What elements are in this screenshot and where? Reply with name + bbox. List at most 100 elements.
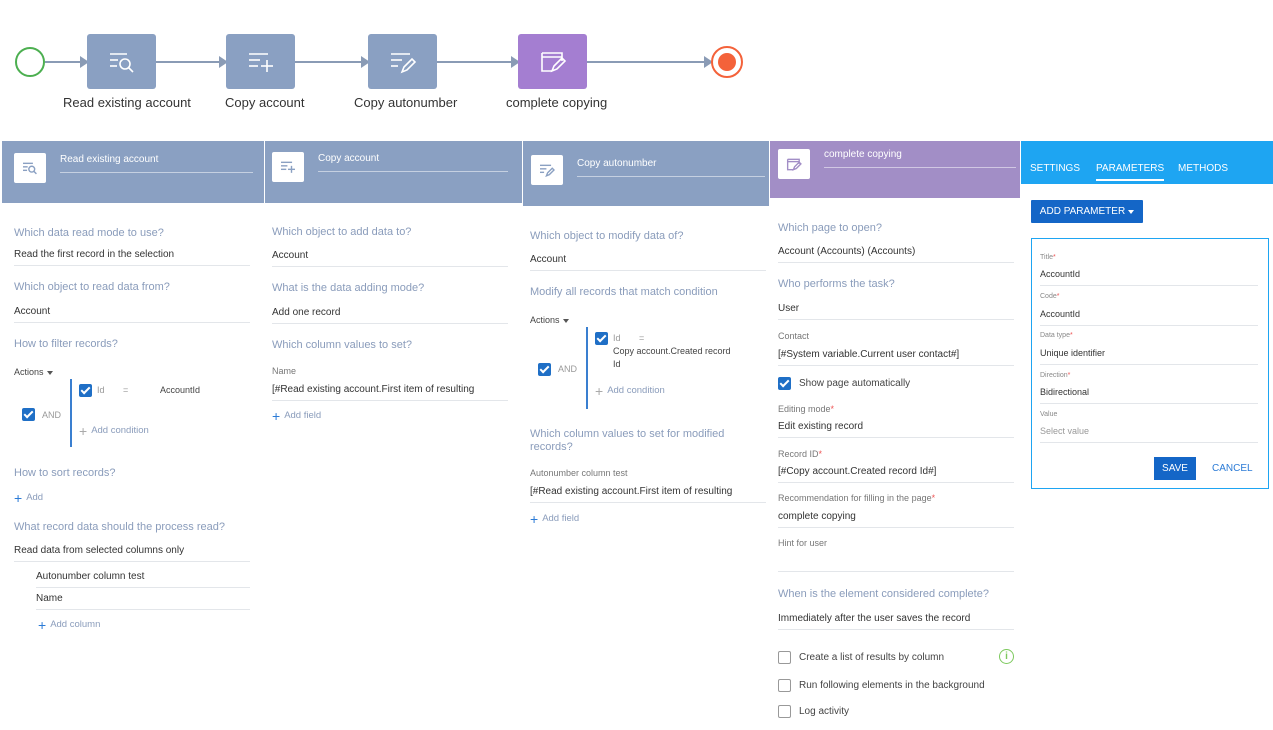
info-icon[interactable]: i (999, 649, 1014, 664)
filter-value-cont[interactable]: Id (613, 359, 621, 369)
process-diagram: Read existing account Copy account Copy … (0, 0, 1273, 135)
tab-parameters[interactable]: PARAMETERS (1096, 163, 1165, 181)
title-field[interactable]: AccountId (1040, 269, 1258, 286)
add-object-field[interactable]: Account (272, 250, 508, 267)
flow-connector (156, 61, 219, 63)
start-event[interactable] (15, 47, 45, 77)
editing-mode-field[interactable]: Edit existing record (778, 421, 1014, 438)
question-read-object: Which object to read data from? (14, 281, 170, 293)
tab-settings[interactable]: SETTINGS (1030, 163, 1080, 179)
cancel-button[interactable]: CANCEL (1212, 463, 1253, 474)
question-page: Which page to open? (778, 222, 882, 234)
code-field[interactable]: AccountId (1040, 309, 1258, 326)
performer-field[interactable]: User (778, 303, 1014, 320)
tab-methods[interactable]: METHODS (1178, 163, 1228, 179)
filter-value[interactable]: AccountId (160, 385, 200, 395)
task-read-existing-account[interactable] (87, 34, 156, 89)
add-mode-field[interactable]: Add one record (272, 307, 508, 324)
modify-data-icon (390, 52, 416, 73)
end-event-dot (718, 53, 736, 71)
save-button[interactable]: SAVE (1154, 457, 1196, 480)
filter-operator[interactable]: = (123, 385, 128, 395)
record-id-text: Record ID (778, 449, 819, 459)
flow-connector (437, 61, 511, 63)
add-condition-link[interactable]: + Add condition (595, 382, 665, 399)
caret-down-icon (562, 318, 569, 323)
hint-field[interactable] (778, 556, 1014, 572)
panel-title[interactable]: Read existing account (60, 154, 253, 173)
task-copy-account[interactable] (226, 34, 295, 89)
tab-bar: SETTINGS PARAMETERS METHODS (1021, 141, 1273, 184)
complete-condition-field[interactable]: Immediately after the user saves the rec… (778, 613, 1014, 630)
result-list-label: Create a list of results by column (799, 652, 945, 663)
filter-group-checkbox[interactable] (22, 408, 35, 421)
add-condition-link[interactable]: + Add condition (79, 422, 149, 439)
filter-field[interactable]: Id (97, 385, 105, 395)
filter-condition-checkbox[interactable] (79, 384, 92, 397)
recommendation-field[interactable]: complete copying (778, 511, 1014, 528)
title-label: Title* (1040, 254, 1056, 261)
editing-mode-label: Editing mode* (778, 404, 834, 414)
add-field-link[interactable]: + Add field (530, 512, 580, 526)
filter-condition-checkbox[interactable] (595, 332, 608, 345)
value-field[interactable]: Select value (1040, 426, 1258, 443)
autonumber-field[interactable]: [#Read existing account.First item of re… (530, 486, 766, 503)
filter-operator[interactable]: = (639, 333, 644, 343)
end-event[interactable] (711, 46, 743, 78)
panel-header: Copy account (265, 141, 522, 203)
log-activity-checkbox[interactable] (778, 705, 791, 718)
column-item[interactable]: Name (36, 593, 250, 610)
contact-field[interactable]: [#System variable.Current user contact#] (778, 349, 1014, 366)
actions-menu[interactable]: Actions (530, 315, 569, 325)
filter-group-line (70, 379, 72, 447)
direction-field[interactable]: Bidirectional (1040, 387, 1258, 404)
plus-icon: + (79, 422, 88, 439)
task-complete-copying[interactable] (518, 34, 587, 89)
page-field[interactable]: Account (Accounts) (Accounts) (778, 246, 1014, 263)
read-data-mode-field[interactable]: Read data from selected columns only (14, 545, 250, 562)
data-type-label-text: Data type (1040, 332, 1070, 339)
add-field-link[interactable]: + Add field (272, 409, 321, 423)
data-type-label: Data type* (1040, 332, 1073, 339)
add-parameter-label: ADD PARAMETER (1039, 206, 1126, 217)
result-list-checkbox[interactable] (778, 651, 791, 664)
filter-group-checkbox[interactable] (538, 363, 551, 376)
read-mode-field[interactable]: Read the first record in the selection (14, 249, 250, 266)
plus-icon: + (38, 616, 47, 633)
add-data-icon (272, 152, 304, 182)
filter-value[interactable]: Copy account.Created record (613, 346, 731, 356)
show-page-checkbox[interactable] (778, 377, 791, 390)
add-field-label: Add field (542, 513, 580, 524)
data-type-field[interactable]: Unique identifier (1040, 348, 1258, 365)
add-parameter-button[interactable]: ADD PARAMETER (1031, 200, 1143, 223)
open-page-icon (778, 149, 810, 179)
record-id-label: Record ID* (778, 449, 822, 459)
task-copy-autonumber[interactable] (368, 34, 437, 89)
panel-header: complete copying (770, 141, 1020, 198)
panel-title[interactable]: complete copying (824, 149, 1016, 168)
required-marker: * (1069, 332, 1073, 339)
modify-object-field[interactable]: Account (530, 254, 766, 271)
column-item[interactable]: Autonumber column test (36, 571, 250, 588)
add-sort-link[interactable]: + Add (14, 491, 43, 505)
value-label: Value (1040, 411, 1058, 418)
and-operator[interactable]: AND (42, 410, 61, 420)
add-condition-label: Add condition (91, 425, 149, 436)
and-operator[interactable]: AND (558, 364, 577, 374)
panel-header: Copy autonumber (523, 141, 769, 206)
background-label: Run following elements in the background (799, 680, 985, 691)
field-label: Name (272, 366, 297, 376)
add-column-link[interactable]: + Add column (38, 616, 100, 633)
panel-title[interactable]: Copy account (318, 153, 508, 172)
read-object-field[interactable]: Account (14, 306, 250, 323)
open-page-panel: complete copying Which page to open? Acc… (770, 141, 1020, 718)
task-label: Read existing account (63, 95, 191, 110)
task-label: complete copying (506, 95, 608, 110)
panel-title[interactable]: Copy autonumber (577, 158, 765, 177)
actions-menu[interactable]: Actions (14, 367, 53, 377)
background-checkbox[interactable] (778, 679, 791, 692)
record-id-field[interactable]: [#Copy account.Created record Id#] (778, 466, 1014, 483)
name-field[interactable]: [#Read existing account.First item of re… (272, 384, 508, 401)
filter-field[interactable]: Id (613, 333, 621, 343)
plus-icon: + (595, 382, 604, 399)
